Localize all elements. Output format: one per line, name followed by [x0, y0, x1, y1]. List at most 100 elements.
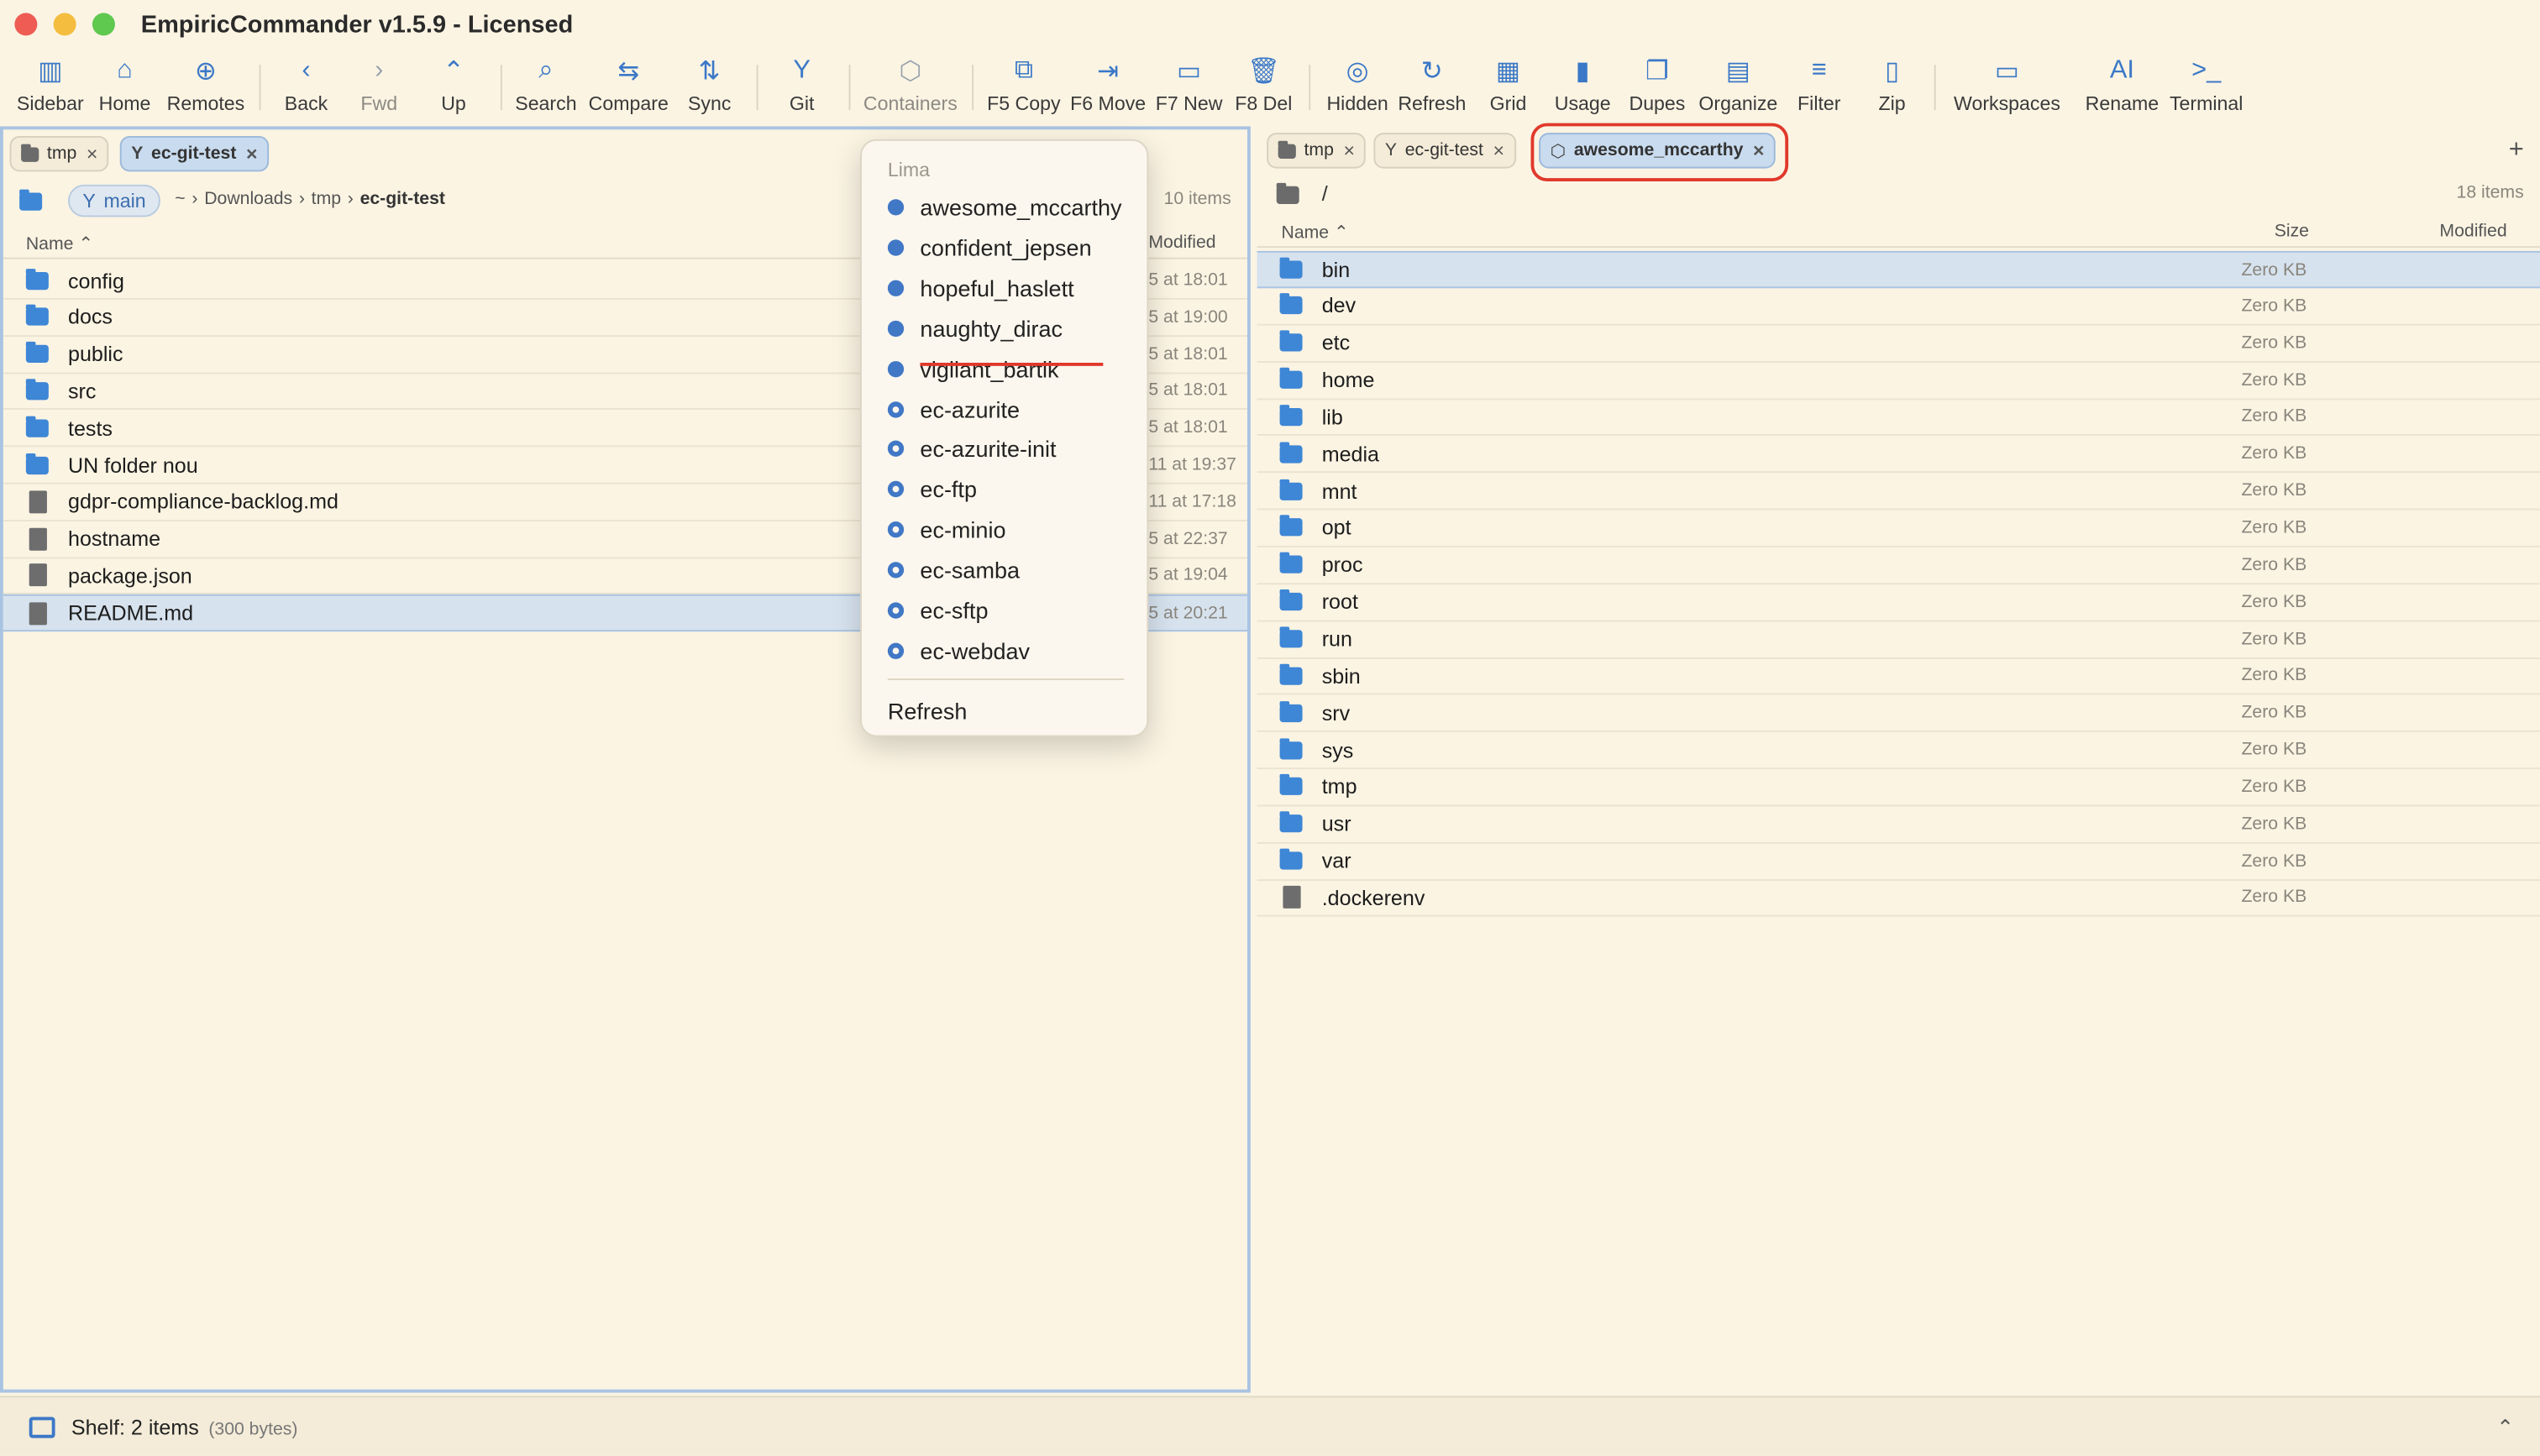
toolbar-git-button[interactable]: Y Git	[753, 55, 851, 120]
breadcrumb-downloads[interactable]: Downloads	[204, 190, 292, 209]
file-name: .dockerenv	[1321, 885, 1425, 910]
container-menu-item[interactable]: confident_jepsen	[887, 230, 1092, 265]
file-size: Zero KB	[2241, 888, 2307, 908]
close-tab-icon[interactable]: ×	[1343, 139, 1355, 162]
toolbar-workspaces-button[interactable]: ▭ Workspaces	[1954, 55, 2060, 120]
name-column-header[interactable]: Name ⌃	[1281, 222, 1348, 243]
container-menu-item[interactable]: ec-ftp	[887, 472, 977, 507]
compare-icon: ⇆	[617, 58, 640, 86]
toolbar-f8-del-button[interactable]: 🗑 F8 Del	[1215, 55, 1312, 120]
toolbar-label: Back	[284, 92, 328, 115]
folder-icon	[25, 342, 49, 364]
right-tab-tmp[interactable]: tmp ×	[1267, 133, 1367, 169]
file-icon	[29, 563, 47, 587]
branch-selector[interactable]: Y main	[67, 184, 160, 217]
file-size: Zero KB	[2241, 777, 2307, 797]
menu-divider	[887, 678, 1125, 680]
breadcrumb-home[interactable]: ~	[175, 190, 185, 209]
folder-icon	[1279, 589, 1303, 611]
name-column-header[interactable]: Name ⌃	[26, 233, 93, 254]
toolbar-sync-button[interactable]: ⇅ Sync	[661, 55, 758, 120]
container-menu-item[interactable]: ec-minio	[887, 512, 1005, 547]
table-row[interactable]: home Zero KB	[1257, 362, 2540, 400]
modified-column-header[interactable]: Modified	[2439, 222, 2506, 241]
folder-icon	[1279, 367, 1303, 389]
refresh-menu-item[interactable]: Refresh	[888, 693, 968, 728]
breadcrumb-tmp[interactable]: tmp	[312, 190, 341, 209]
toolbar-terminal-button[interactable]: >_ Terminal	[2158, 55, 2255, 120]
right-tab-ec-git-test[interactable]: Y ec-git-test ×	[1373, 133, 1516, 169]
toolbar-separator	[972, 65, 974, 111]
folder-icon[interactable]	[1276, 182, 1299, 204]
toolbar-label: Containers	[863, 92, 958, 115]
file-size: Zero KB	[2241, 851, 2307, 871]
toolbar-label: Organize	[1698, 92, 1778, 115]
left-tab-ec-git-test[interactable]: Y ec-git-test ×	[119, 135, 269, 172]
close-tab-icon[interactable]: ×	[246, 143, 258, 165]
table-row[interactable]: .dockerenv Zero KB	[1257, 880, 2540, 918]
add-tab-icon[interactable]: +	[2509, 136, 2524, 165]
table-row[interactable]: dev Zero KB	[1257, 288, 2540, 326]
zoom-window-button[interactable]	[92, 13, 115, 36]
folder-icon	[1279, 663, 1303, 685]
table-row[interactable]: srv Zero KB	[1257, 695, 2540, 733]
container-menu-item[interactable]: ec-azurite	[887, 391, 1020, 427]
table-row[interactable]: sbin Zero KB	[1257, 658, 2540, 696]
shelf-icon[interactable]	[29, 1417, 55, 1438]
container-name: naughty_dirac	[920, 315, 1063, 342]
toolbar-up-button[interactable]: ⌃ Up	[405, 55, 502, 120]
chevron-up-icon[interactable]: ⌃	[2496, 1416, 2514, 1442]
breadcrumb-current[interactable]: ec-git-test	[360, 190, 445, 209]
table-row[interactable]: tmp Zero KB	[1257, 769, 2540, 807]
item-count: 18 items	[2456, 182, 2524, 203]
container-menu-item[interactable]: hopeful_haslett	[887, 270, 1074, 306]
close-window-button[interactable]	[14, 13, 38, 36]
table-row[interactable]: media Zero KB	[1257, 436, 2540, 474]
file-size: Zero KB	[2241, 703, 2307, 723]
container-menu-item[interactable]: awesome_mccarthy	[887, 190, 1122, 225]
toolbar-remotes-button[interactable]: ⊕ Remotes	[157, 55, 255, 120]
table-row[interactable]: bin Zero KB	[1257, 250, 2540, 289]
toolbar-f5-copy-button[interactable]: ⧉ F5 Copy	[975, 55, 1073, 120]
size-column-header[interactable]: Size	[2275, 222, 2309, 241]
running-status-icon	[887, 360, 905, 377]
shelf-status[interactable]: Shelf: 2 items (300 bytes)	[71, 1416, 298, 1440]
toolbar-label: Refresh	[1398, 92, 1467, 115]
toolbar-label: Zip	[1878, 92, 1906, 115]
container-menu-item[interactable]: ec-samba	[887, 553, 1020, 588]
toolbar-containers-button[interactable]: ⬡ Containers	[862, 55, 959, 120]
rename-icon: AI	[2109, 56, 2135, 85]
table-row[interactable]: usr Zero KB	[1257, 806, 2540, 844]
table-row[interactable]: etc Zero KB	[1257, 325, 2540, 363]
container-menu-item[interactable]: ec-webdav	[887, 633, 1030, 668]
container-menu-item[interactable]: ec-azurite-init	[887, 432, 1056, 467]
toolbar-label: Terminal	[2169, 92, 2243, 115]
container-menu-item[interactable]: naughty_dirac	[887, 311, 1063, 346]
table-row[interactable]: sys Zero KB	[1257, 732, 2540, 770]
table-row[interactable]: run Zero KB	[1257, 621, 2540, 658]
right-pane[interactable]: tmp × Y ec-git-test × ⬡ awesome_mccarthy…	[1257, 123, 2540, 1393]
table-row[interactable]: lib Zero KB	[1257, 399, 2540, 437]
table-row[interactable]: mnt Zero KB	[1257, 473, 2540, 511]
table-row[interactable]: root Zero KB	[1257, 584, 2540, 621]
container-menu-item[interactable]: ec-sftp	[887, 593, 988, 628]
modified-column-header[interactable]: Modified	[1148, 233, 1215, 253]
modified-date: 5 at 22:37	[1148, 528, 1228, 549]
table-row[interactable]: var Zero KB	[1257, 843, 2540, 881]
folder-icon[interactable]	[19, 189, 43, 211]
left-tab-tmp[interactable]: tmp ×	[9, 135, 109, 172]
container-menu-item[interactable]: vigilant_bartik	[887, 351, 1059, 386]
sidebar-icon: ▥	[38, 58, 63, 86]
toolbar-zip-button[interactable]: ▯ Zip	[1844, 55, 1941, 120]
table-row[interactable]: opt Zero KB	[1257, 510, 2540, 547]
close-tab-icon[interactable]: ×	[87, 143, 98, 165]
minimize-window-button[interactable]	[53, 13, 76, 36]
breadcrumb-root[interactable]: /	[1322, 181, 1328, 206]
folder-icon	[1279, 700, 1303, 722]
folder-icon	[21, 143, 39, 161]
file-icon	[29, 490, 47, 513]
table-row[interactable]: proc Zero KB	[1257, 547, 2540, 584]
toolbar-rename-button[interactable]: AI Rename	[2074, 55, 2171, 120]
close-tab-icon[interactable]: ×	[1493, 139, 1504, 162]
toolbar-label: Workspaces	[1954, 92, 2060, 115]
